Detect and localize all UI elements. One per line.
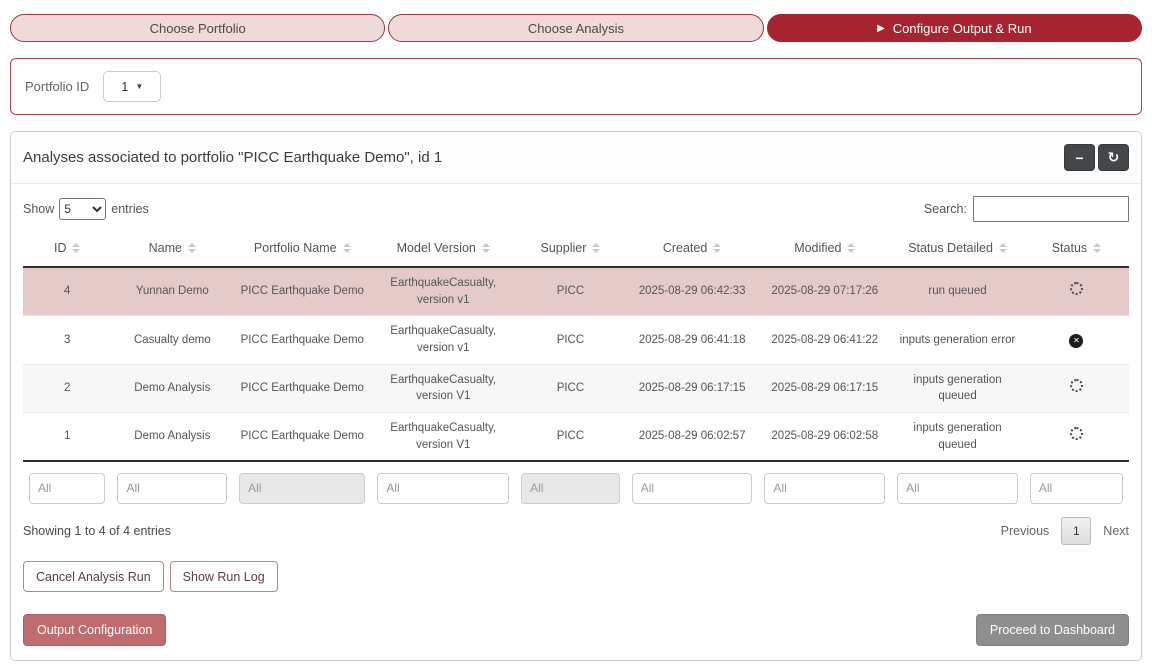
analyses-table: ID Name Portfolio Name Model Version Sup…: [23, 232, 1129, 509]
run-actions: Cancel Analysis Run Show Run Log: [23, 561, 1129, 592]
column-header-portfolio-name[interactable]: Portfolio Name: [233, 232, 371, 267]
previous-page-button[interactable]: Previous: [1001, 524, 1050, 538]
page-number-button[interactable]: 1: [1061, 517, 1091, 545]
panel-buttons: − ↻: [1064, 144, 1129, 171]
filter-input-id[interactable]: [29, 473, 105, 504]
analyses-panel: Analyses associated to portfolio "PICC E…: [10, 131, 1142, 661]
sort-icon: [592, 243, 600, 253]
sort-icon: [999, 243, 1007, 253]
column-header-modified[interactable]: Modified: [758, 232, 891, 267]
wizard-tabs: Choose Portfolio Choose Analysis ▶ Confi…: [10, 14, 1142, 42]
column-header-supplier[interactable]: Supplier: [515, 232, 626, 267]
search-label: Search:: [924, 202, 967, 216]
table-row-analysis-2[interactable]: 2 Demo Analysis PICC Earthquake Demo Ear…: [23, 364, 1129, 412]
page: Choose Portfolio Choose Analysis ▶ Confi…: [0, 0, 1152, 671]
table-row-analysis-1[interactable]: 1 Demo Analysis PICC Earthquake Demo Ear…: [23, 413, 1129, 462]
sort-icon: [713, 243, 721, 253]
table-row-analysis-3[interactable]: 3 Casualty demo PICC Earthquake Demo Ear…: [23, 316, 1129, 364]
column-header-model-version[interactable]: Model Version: [371, 232, 515, 267]
tab-label: Choose Portfolio: [150, 21, 246, 36]
filter-input-modified[interactable]: [764, 473, 885, 504]
column-filter-row: [23, 461, 1129, 509]
search-area: Search:: [924, 196, 1129, 222]
portfolio-id-select[interactable]: 1 ▼: [103, 71, 161, 102]
status-running-icon: [1070, 282, 1083, 295]
tab-configure-output-run[interactable]: ▶ Configure Output & Run: [767, 14, 1142, 42]
show-entries: Show 5 entries: [23, 198, 149, 220]
portfolio-id-label: Portfolio ID: [25, 79, 89, 94]
filter-input-portfolio-name: [239, 473, 365, 504]
analyses-panel-body: Show 5 entries Search:: [11, 184, 1141, 660]
portfolio-id-value: 1: [121, 80, 128, 94]
portfolio-id-bar: Portfolio ID 1 ▼: [10, 58, 1142, 115]
minus-icon: −: [1075, 150, 1083, 166]
table-header-row: ID Name Portfolio Name Model Version Sup…: [23, 232, 1129, 267]
collapse-panel-button[interactable]: −: [1064, 144, 1095, 171]
table-controls: Show 5 entries Search:: [23, 196, 1129, 222]
caret-down-icon: ▼: [135, 82, 143, 91]
tab-choose-analysis[interactable]: Choose Analysis: [388, 14, 763, 42]
sort-icon: [343, 243, 351, 253]
status-running-icon: [1070, 379, 1083, 392]
page-length-select[interactable]: 5: [59, 198, 106, 220]
column-header-status-detailed[interactable]: Status Detailed: [891, 232, 1024, 267]
analyses-panel-header: Analyses associated to portfolio "PICC E…: [11, 132, 1141, 184]
filter-input-created[interactable]: [632, 473, 753, 504]
refresh-icon: ↻: [1108, 149, 1120, 166]
filter-input-status-detailed[interactable]: [897, 473, 1018, 504]
showing-entries-text: Showing 1 to 4 of 4 entries: [23, 524, 171, 538]
tab-label: Choose Analysis: [528, 21, 624, 36]
column-header-created[interactable]: Created: [626, 232, 759, 267]
tab-choose-portfolio[interactable]: Choose Portfolio: [10, 14, 385, 42]
column-header-id[interactable]: ID: [23, 232, 111, 267]
sort-icon: [1093, 243, 1101, 253]
status-error-icon: ✕: [1069, 334, 1083, 348]
table-footer: Showing 1 to 4 of 4 entries Previous 1 N…: [23, 517, 1129, 545]
proceed-to-dashboard-button[interactable]: Proceed to Dashboard: [976, 614, 1129, 646]
filter-input-model-version[interactable]: [377, 473, 509, 504]
tab-label: Configure Output & Run: [893, 21, 1032, 36]
refresh-button[interactable]: ↻: [1098, 144, 1129, 171]
column-header-status[interactable]: Status: [1024, 232, 1129, 267]
sort-icon: [847, 243, 855, 253]
output-configuration-button[interactable]: Output Configuration: [23, 614, 166, 646]
filter-input-status[interactable]: [1030, 473, 1123, 504]
filter-input-supplier: [521, 473, 620, 504]
show-label: Show: [23, 202, 54, 216]
bottom-actions: Output Configuration Proceed to Dashboar…: [23, 614, 1129, 646]
caret-right-icon: ▶: [877, 23, 885, 34]
next-page-button[interactable]: Next: [1103, 524, 1129, 538]
filter-input-name[interactable]: [117, 473, 227, 504]
status-running-icon: [1070, 427, 1083, 440]
cancel-analysis-run-button[interactable]: Cancel Analysis Run: [23, 561, 164, 592]
entries-label: entries: [111, 202, 149, 216]
column-header-name[interactable]: Name: [111, 232, 233, 267]
pagination: Previous 1 Next: [1001, 517, 1129, 545]
sort-icon: [72, 243, 80, 253]
table-row-analysis-4[interactable]: 4 Yunnan Demo PICC Earthquake Demo Earth…: [23, 267, 1129, 316]
sort-icon: [188, 243, 196, 253]
search-input[interactable]: [973, 196, 1129, 222]
analyses-panel-title: Analyses associated to portfolio "PICC E…: [23, 149, 442, 166]
show-run-log-button[interactable]: Show Run Log: [170, 561, 278, 592]
sort-icon: [482, 243, 490, 253]
